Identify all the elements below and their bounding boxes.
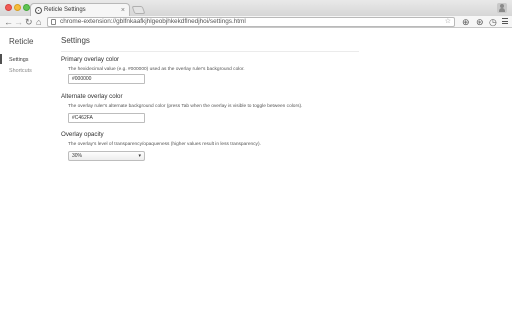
sidebar: Reticle Settings Shortcuts: [0, 29, 48, 320]
primary-color-heading: Primary overlay color: [61, 56, 120, 63]
opacity-description: The overlay's level of transparency/opaq…: [68, 142, 261, 147]
alternate-color-input[interactable]: [68, 113, 145, 123]
page-title: Settings: [61, 36, 359, 52]
sidebar-item-settings[interactable]: Settings: [9, 57, 28, 63]
page-icon: [51, 19, 56, 25]
minimize-window-button[interactable]: [14, 4, 21, 11]
profile-icon[interactable]: [497, 3, 507, 13]
alternate-color-description: The overlay ruler's alternate background…: [68, 104, 303, 109]
browser-tab[interactable]: Reticle Settings ×: [30, 3, 130, 17]
sidebar-item-shortcuts[interactable]: Shortcuts: [9, 68, 32, 74]
title-bar: Reticle Settings ×: [0, 0, 512, 17]
alternate-color-heading: Alternate overlay color: [61, 93, 123, 100]
reticle-extension-icon[interactable]: ⊕: [462, 17, 470, 27]
close-window-button[interactable]: [5, 4, 12, 11]
chevron-down-icon: ▾: [138, 153, 141, 159]
opacity-select-value: 30%: [72, 153, 83, 159]
opacity-heading: Overlay opacity: [61, 131, 104, 138]
new-tab-button[interactable]: [131, 6, 146, 14]
zoom-window-button[interactable]: [23, 4, 30, 11]
tab-title: Reticle Settings: [44, 7, 86, 13]
reload-icon[interactable]: ↻: [25, 16, 33, 28]
reticle-favicon-icon: [35, 7, 42, 14]
forward-icon[interactable]: →: [14, 16, 23, 28]
clock-extension-icon[interactable]: ◷: [489, 17, 497, 27]
sidebar-app-title: Reticle: [9, 37, 34, 46]
hamburger-menu-icon[interactable]: [502, 18, 508, 26]
primary-color-input[interactable]: [68, 74, 145, 84]
opacity-select[interactable]: 30% ▾: [68, 151, 145, 161]
home-icon[interactable]: ⌂: [36, 16, 41, 28]
browser-toolbar: ← → ↻ ⌂ chrome-extension://gblfnkaafkjhl…: [0, 16, 512, 28]
address-bar-url: chrome-extension://gblfnkaafkjhlgeobjhke…: [60, 18, 246, 25]
address-bar[interactable]: chrome-extension://gblfnkaafkjhlgeobjhke…: [47, 17, 455, 27]
extension-icon[interactable]: ⊛: [476, 17, 484, 27]
bookmark-star-icon[interactable]: ☆: [445, 18, 451, 26]
primary-color-description: The hexidecimal value (e.g. #000000) use…: [68, 67, 245, 72]
selected-nav-indicator: [0, 54, 2, 64]
back-icon[interactable]: ←: [4, 16, 13, 28]
